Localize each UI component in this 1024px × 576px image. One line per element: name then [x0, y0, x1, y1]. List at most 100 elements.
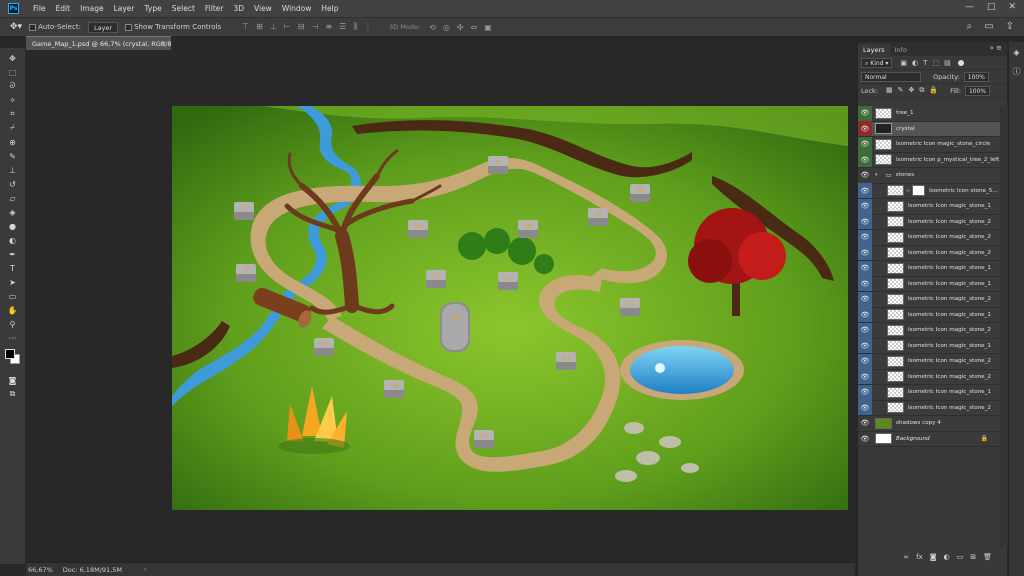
layers-scrollbar[interactable]: [1000, 106, 1008, 546]
healing-brush-tool-icon[interactable]: ⊕: [0, 135, 25, 149]
filter-adjustment-icon[interactable]: ◐: [912, 59, 918, 67]
eyedropper-tool-icon[interactable]: ⌿: [0, 121, 25, 135]
menu-select[interactable]: Select: [167, 4, 200, 13]
level-stone[interactable]: 36: [588, 208, 608, 226]
visibility-eye-icon[interactable]: 👁: [858, 229, 872, 245]
workspace-icon[interactable]: ▭: [984, 21, 993, 32]
panel-menu-icon[interactable]: » ≡: [990, 44, 1002, 52]
layer-row[interactable]: 👁 Isometric Icon magic_stone_2: [858, 369, 1000, 385]
layer-row[interactable]: 👁 Isometric Icon magic_stone_2: [858, 291, 1000, 308]
visibility-eye-icon[interactable]: 👁: [858, 291, 872, 307]
level-stone[interactable]: 73: [426, 270, 446, 288]
menu-layer[interactable]: Layer: [109, 4, 140, 13]
more-tools-icon[interactable]: ···: [0, 331, 25, 345]
distribute-horizontal-icon[interactable]: ⫼: [353, 22, 357, 32]
tab-layers[interactable]: Layers: [858, 44, 890, 56]
filter-shape-icon[interactable]: ⬚: [932, 59, 939, 67]
clone-stamp-tool-icon[interactable]: ⊥: [0, 163, 25, 177]
menu-view[interactable]: View: [249, 4, 277, 13]
visibility-eye-icon[interactable]: 👁: [858, 136, 872, 152]
layer-row[interactable]: 👁 Isometric Icon magic_stone_2: [858, 400, 1000, 416]
level-stone[interactable]: 81: [620, 298, 640, 316]
filter-type-icon[interactable]: T: [923, 59, 927, 67]
hand-tool-icon[interactable]: ✋: [0, 303, 25, 317]
distribute-spacing-icon[interactable]: ⋮: [364, 22, 372, 32]
visibility-eye-icon[interactable]: 👁: [858, 214, 872, 230]
search-icon[interactable]: ⌕: [967, 21, 973, 32]
level-stone[interactable]: 78: [384, 380, 404, 398]
layer-row[interactable]: 👁 Isometric Icon magic_stone_2: [858, 245, 1000, 261]
zoom-level[interactable]: 66,67%: [28, 566, 53, 574]
level-stone[interactable]: 61: [474, 430, 494, 448]
layer-row[interactable]: 👁 Background 🔒: [858, 431, 1000, 447]
blend-mode-dropdown[interactable]: Normal: [861, 71, 921, 82]
quick-mask-icon[interactable]: ◙: [0, 373, 25, 387]
status-menu-arrow-icon[interactable]: ›: [144, 565, 147, 573]
layer-row[interactable]: 👁 Isometric Icon magic_stone_1: [858, 260, 1000, 277]
screen-mode-icon[interactable]: ⧉: [0, 387, 25, 401]
layer-row[interactable]: 👁 Isometric Icon magic_stone_1: [858, 384, 1000, 401]
opacity-input[interactable]: 100%: [963, 71, 989, 82]
lock-artboard-icon[interactable]: ⧉: [919, 86, 924, 95]
menu-help[interactable]: Help: [316, 4, 343, 13]
brush-tool-icon[interactable]: ✎: [0, 149, 25, 163]
layers-panel-icon[interactable]: ◈: [1013, 48, 1019, 57]
filter-smart-object-icon[interactable]: ▤: [944, 59, 951, 67]
align-middle-icon[interactable]: ⊞: [256, 22, 263, 32]
group-expand-chevron-icon[interactable]: ▾: [875, 172, 878, 178]
new-group-icon[interactable]: ▭: [957, 553, 964, 561]
layer-group-row[interactable]: 👁 ▾ ▭ stones: [858, 168, 1000, 184]
3d-slide-icon[interactable]: ⇔: [471, 23, 478, 32]
layer-row[interactable]: 👁 Isometric Icon magic_stone_1: [858, 307, 1000, 323]
lasso-tool-icon[interactable]: ᘐ: [0, 79, 25, 93]
level-stone[interactable]: 10: [408, 220, 428, 238]
move-tool-icon[interactable]: ✥▾: [10, 22, 22, 32]
visibility-eye-icon[interactable]: 👁: [858, 245, 872, 261]
foreground-color-swatch[interactable]: [5, 349, 15, 359]
level-stone[interactable]: 65: [556, 352, 576, 370]
align-right-icon[interactable]: ⊣: [311, 22, 318, 32]
3d-rotate-icon[interactable]: ⟲: [429, 23, 436, 32]
layer-row[interactable]: 👁 Isometric Icon magic_stone_circle: [858, 136, 1000, 153]
document-tab[interactable]: Game_Map_1.psd @ 66,7% (crystal, RGB/8#)…: [26, 36, 171, 50]
dodge-tool-icon[interactable]: ◐: [0, 233, 25, 247]
magic-wand-tool-icon[interactable]: ✧: [0, 93, 25, 107]
tab-info[interactable]: Info: [890, 44, 912, 56]
menu-image[interactable]: Image: [75, 4, 109, 13]
fill-input[interactable]: 100%: [964, 85, 991, 96]
align-center-icon[interactable]: ⊟: [298, 22, 305, 32]
menu-edit[interactable]: Edit: [51, 4, 76, 13]
align-bottom-icon[interactable]: ⊥: [270, 22, 277, 32]
layer-row-selected[interactable]: 👁 crystal: [858, 121, 1000, 137]
visibility-eye-icon[interactable]: 👁: [858, 260, 872, 276]
visibility-eye-icon[interactable]: 👁: [858, 400, 872, 416]
distribute-vertical-icon[interactable]: ☰: [339, 22, 346, 32]
history-brush-tool-icon[interactable]: ↺: [0, 177, 25, 191]
maximize-icon[interactable]: □: [987, 2, 996, 12]
level-stone[interactable]: 29: [518, 220, 538, 238]
visibility-eye-icon[interactable]: 👁: [858, 431, 872, 446]
visibility-eye-icon[interactable]: 👁: [858, 168, 872, 183]
menu-filter[interactable]: Filter: [200, 4, 229, 13]
menu-window[interactable]: Window: [277, 4, 317, 13]
layer-row[interactable]: 👁 Isometric Icon magic_stone_1: [858, 338, 1000, 354]
level-stone[interactable]: 9: [488, 156, 508, 174]
show-transform-checkbox[interactable]: Show Transform Controls: [125, 23, 221, 31]
3d-roll-icon[interactable]: ◎: [443, 23, 450, 32]
layer-row[interactable]: 👁 Isometric Icon p_mystical_tree_2_left: [858, 152, 1000, 168]
layer-kind-filter[interactable]: ⌕ Kind ▾: [861, 57, 893, 68]
visibility-eye-icon[interactable]: 👁: [858, 198, 872, 214]
visibility-eye-icon[interactable]: 👁: [858, 416, 872, 431]
filter-toggle-icon[interactable]: [957, 59, 964, 66]
blur-tool-icon[interactable]: ●: [0, 219, 25, 233]
rectangle-tool-icon[interactable]: ▭: [0, 289, 25, 303]
layer-row[interactable]: 👁 Isometric Icon magic_stone_2: [858, 353, 1000, 370]
pen-tool-icon[interactable]: ✒: [0, 247, 25, 261]
layer-row[interactable]: 👁 Isometric Icon magic_stone_2: [858, 322, 1000, 339]
visibility-eye-icon[interactable]: 👁: [858, 105, 872, 121]
layer-row[interactable]: 👁 ∞ Isometric Icon stone_5...: [858, 183, 1000, 199]
filter-pixel-icon[interactable]: ▣: [900, 59, 907, 67]
close-icon[interactable]: ✕: [1008, 2, 1016, 12]
path-selection-tool-icon[interactable]: ➤: [0, 275, 25, 289]
layer-row[interactable]: 👁 Isometric Icon magic_stone_1: [858, 276, 1000, 292]
